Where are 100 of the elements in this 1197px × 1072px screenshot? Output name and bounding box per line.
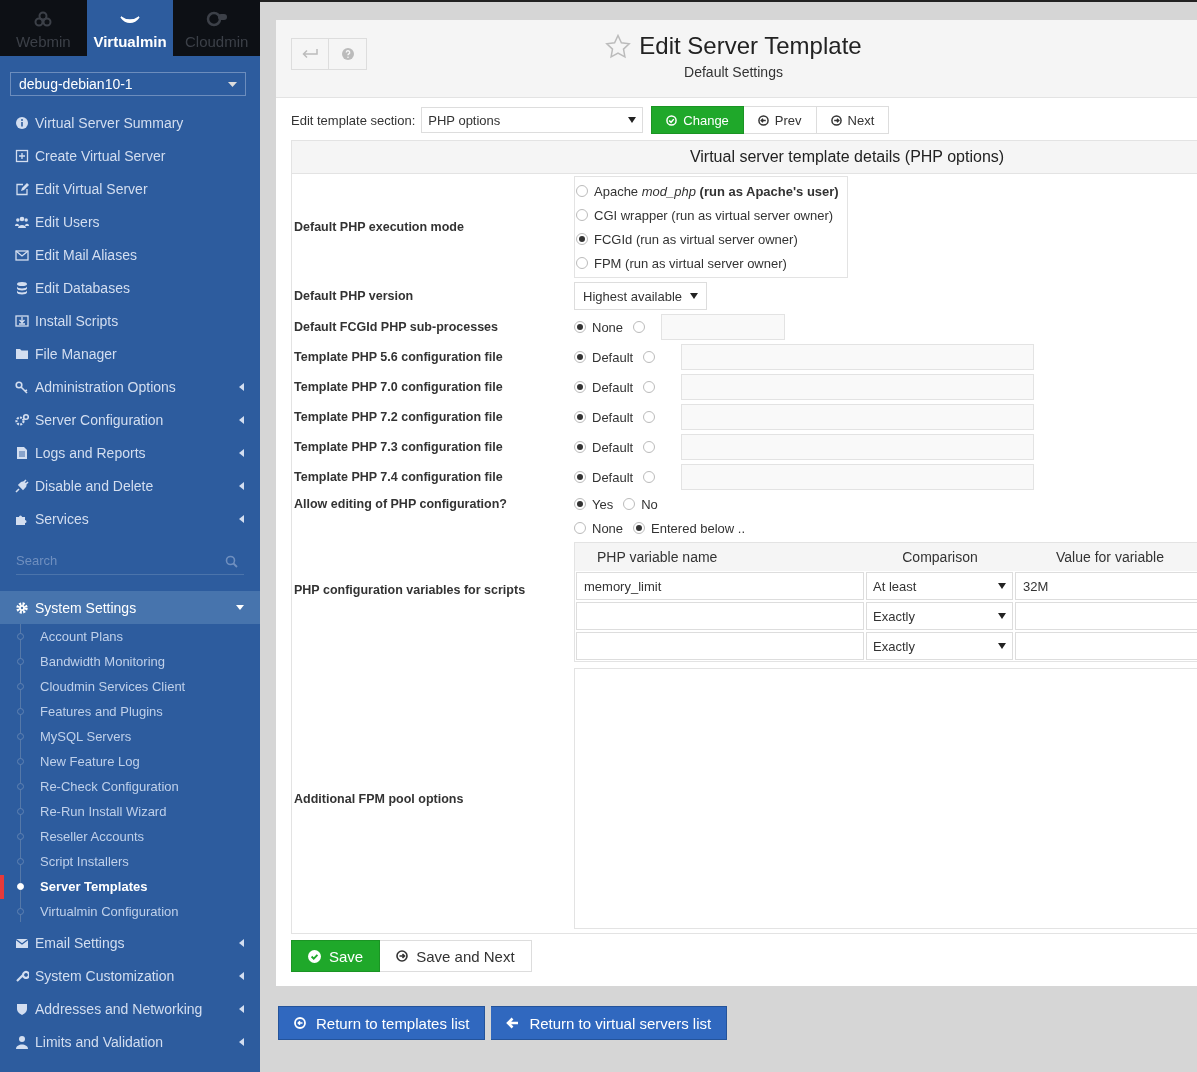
radio-label: No <box>641 496 658 512</box>
dropdown-caret-icon <box>690 293 698 299</box>
submenu-item[interactable]: Cloudmin Services Client <box>40 679 186 694</box>
dropdown-caret-icon <box>998 643 1006 649</box>
column-header: PHP variable name <box>596 549 719 565</box>
arrow-left-icon <box>506 1017 520 1029</box>
radio-button[interactable] <box>576 185 588 197</box>
field-label: Template PHP 7.3 configuration file <box>294 440 503 454</box>
variable-name-field[interactable]: memory_limit <box>576 572 864 600</box>
comparison-select[interactable]: Exactly <box>866 632 1013 660</box>
comparison-select[interactable]: Exactly <box>866 602 1013 630</box>
menu-item[interactable]: Edit Mail Aliases <box>0 238 260 271</box>
radio-label: Default <box>592 349 634 365</box>
submenu-item[interactable]: MySQL Servers <box>40 729 132 744</box>
submenu-item[interactable]: Features and Plugins <box>40 704 163 719</box>
save-button[interactable]: Save <box>291 940 381 972</box>
radio-button[interactable] <box>576 257 588 269</box>
submenu-item[interactable]: Script Installers <box>40 854 129 869</box>
dropdown-caret-icon <box>228 81 237 87</box>
menu-item[interactable]: Email Settings <box>0 926 260 959</box>
submenu-item[interactable]: Account Plans <box>40 629 124 644</box>
version-select[interactable]: Highest available <box>574 282 707 310</box>
radio-button[interactable] <box>633 321 646 333</box>
product-tab[interactable]: Virtualmin <box>86 0 174 56</box>
radio-button[interactable] <box>643 381 656 393</box>
radio-button[interactable] <box>574 411 586 423</box>
menu-item[interactable]: Services <box>0 502 260 535</box>
cloud-icon <box>205 11 228 27</box>
comparison-select[interactable]: At least <box>866 572 1013 600</box>
field-label: PHP configuration variables for scripts <box>294 583 526 597</box>
radio-button[interactable] <box>574 381 586 393</box>
section-select[interactable]: PHP options <box>421 107 644 133</box>
users-icon <box>15 214 29 229</box>
radio-button[interactable] <box>576 233 588 245</box>
radio-button[interactable] <box>574 351 586 363</box>
plus-square-icon <box>15 148 29 163</box>
help-button[interactable] <box>329 38 367 70</box>
menu-item[interactable]: Virtual Server Summary <box>0 106 260 139</box>
submenu-item[interactable]: Reseller Accounts <box>40 829 145 844</box>
variable-name-field[interactable] <box>576 602 864 630</box>
radio-button[interactable] <box>574 471 586 483</box>
radio-button[interactable] <box>643 351 656 363</box>
return-button[interactable]: Return to templates list <box>278 1006 486 1040</box>
submenu-item[interactable]: Virtualmin Configuration <box>40 904 179 919</box>
menu-item[interactable]: Administration Options <box>0 370 260 403</box>
radio-label: Entered below .. <box>651 520 746 536</box>
change-button[interactable]: Change <box>651 106 744 134</box>
variable-name-field[interactable] <box>576 632 864 660</box>
field-label: Template PHP 7.0 configuration file <box>294 380 503 394</box>
menu-item[interactable]: Addresses and Networking <box>0 992 260 1025</box>
next-button[interactable]: Next <box>816 106 890 134</box>
menu-item[interactable]: System Customization <box>0 959 260 992</box>
submenu-item[interactable]: Re-Check Configuration <box>40 779 179 794</box>
save-next-button[interactable]: Save and Next <box>380 940 532 972</box>
download-icon <box>15 313 29 328</box>
menu-item[interactable]: Install Scripts <box>0 304 260 337</box>
radio-button[interactable] <box>633 522 646 534</box>
radio-button[interactable] <box>576 209 588 221</box>
submenu-item[interactable]: Re-Run Install Wizard <box>40 804 167 819</box>
menu-item[interactable]: Create Virtual Server <box>0 139 260 172</box>
radio-button[interactable] <box>643 411 656 423</box>
radio-button[interactable] <box>574 441 586 453</box>
menu-item[interactable]: Edit Virtual Server <box>0 172 260 205</box>
menu-item[interactable]: Edit Users <box>0 205 260 238</box>
submenu-item[interactable]: Bandwidth Monitoring <box>40 654 166 669</box>
radio-button[interactable] <box>574 522 586 534</box>
back-button[interactable] <box>291 38 329 70</box>
radio-label: FPM (run as virtual server owner) <box>594 255 787 271</box>
dropdown-caret-icon <box>998 613 1006 619</box>
return-button[interactable]: Return to virtual servers list <box>491 1006 728 1040</box>
radio-label: FCGId (run as virtual server owner) <box>594 231 798 247</box>
menu-item[interactable]: Server Configuration <box>0 403 260 436</box>
radio-label: Apache mod_php (run as Apache's user) <box>594 183 839 199</box>
radio-button[interactable] <box>623 498 636 510</box>
radio-label: CGI wrapper (run as virtual server owner) <box>594 207 834 223</box>
menu-item[interactable]: System Settings <box>0 591 260 624</box>
dropdown-caret-icon <box>998 583 1006 589</box>
submenu-item[interactable]: New Feature Log <box>40 754 140 769</box>
text-area[interactable] <box>574 668 1197 929</box>
search-field[interactable]: Search <box>16 547 244 575</box>
star-icon[interactable] <box>605 33 632 59</box>
caret-icon <box>239 514 244 523</box>
menu-item[interactable]: Limits and Validation <box>0 1025 260 1058</box>
field-label: Template PHP 5.6 configuration file <box>294 350 503 364</box>
field-label: Default FCGId PHP sub-processes <box>294 320 498 334</box>
menu-item[interactable]: Edit Databases <box>0 271 260 304</box>
server-select[interactable]: debug-debian10-1 <box>10 72 246 96</box>
radio-button[interactable] <box>643 471 656 483</box>
menu-item[interactable]: Logs and Reports <box>0 436 260 469</box>
prev-button[interactable]: Prev <box>743 106 817 134</box>
cluster-icon <box>34 11 53 27</box>
menu-item[interactable]: File Manager <box>0 337 260 370</box>
menu-item[interactable]: Disable and Delete <box>0 469 260 502</box>
radio-button[interactable] <box>574 321 586 333</box>
submenu-item[interactable]: Server Templates <box>40 879 148 894</box>
page-title: Edit Server Template <box>639 32 862 60</box>
variable-value-field[interactable]: 32M <box>1015 572 1197 600</box>
radio-button[interactable] <box>643 441 656 453</box>
circle-icon <box>757 114 769 126</box>
radio-button[interactable] <box>574 498 586 510</box>
